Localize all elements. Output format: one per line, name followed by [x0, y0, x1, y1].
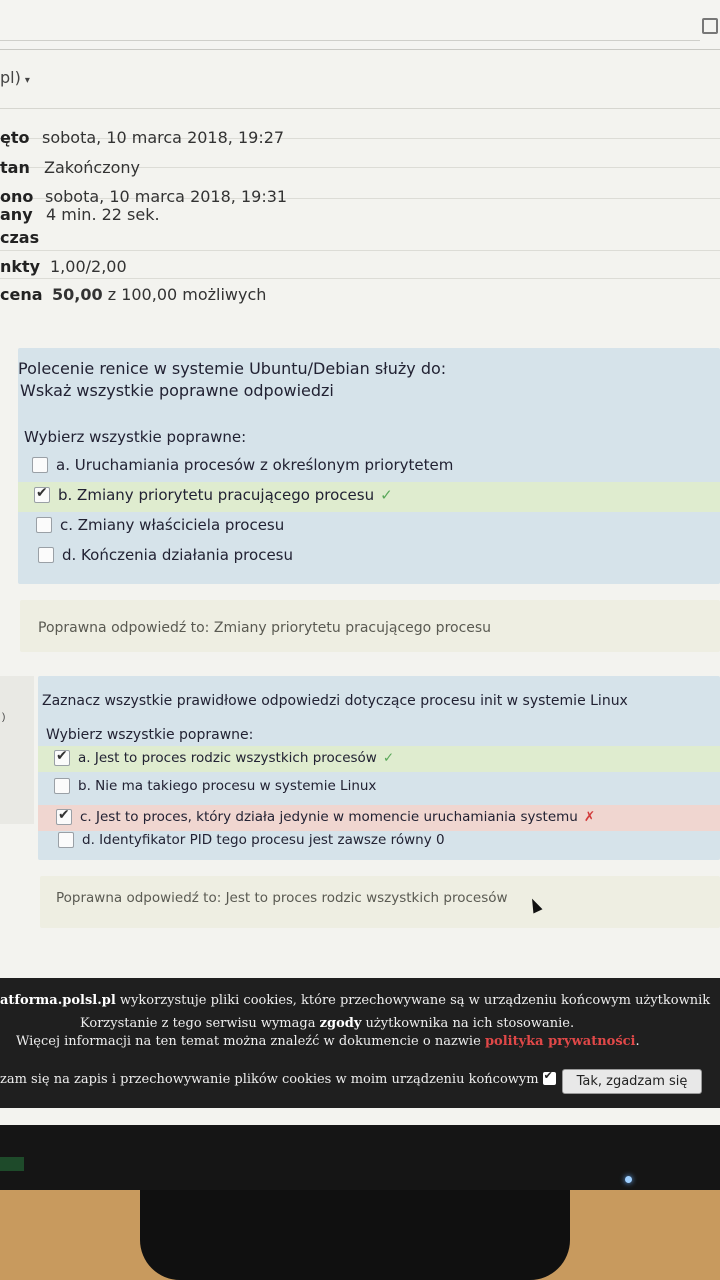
cookie-text: wykorzystuje pliki cookies, które przech…	[119, 993, 711, 1008]
cookie-text: .	[635, 1034, 640, 1049]
option-label: a. Uruchamiania procesów z określonym pr…	[56, 456, 454, 474]
cookie-line-3: Więcej informacji na ten temat można zna…	[16, 1034, 640, 1049]
summary-value: 1,00/2,00	[50, 257, 127, 276]
summary-label: any	[0, 205, 33, 224]
divider	[0, 40, 700, 41]
checkbox-checked[interactable]	[54, 748, 70, 766]
monitor-stand	[140, 1190, 570, 1280]
checkbox-checked[interactable]	[34, 485, 50, 503]
power-led	[625, 1176, 632, 1183]
checkbox[interactable]	[58, 832, 74, 848]
top-bar	[0, 0, 720, 50]
option-label: b. Nie ma takiego procesu w systemie Lin…	[78, 778, 377, 794]
monitor-bezel	[0, 1125, 720, 1195]
cookie-text: Korzystanie z tego serwisu wymaga	[80, 1016, 316, 1031]
info-text: )	[2, 712, 6, 723]
language-menu[interactable]: pl) ▾	[0, 68, 30, 87]
window-icon[interactable]	[702, 18, 718, 34]
site-name: atforma.polsl.pl	[0, 993, 116, 1008]
chevron-down-icon: ▾	[24, 75, 30, 86]
correct-check-icon: ✓	[382, 750, 395, 766]
summary-label: cena	[0, 285, 43, 304]
privacy-policy-link[interactable]: polityka prywatności	[485, 1034, 636, 1049]
summary-value: 50,00 z 100,00 możliwych	[52, 285, 266, 304]
summary-value: 4 min. 22 sek.	[46, 205, 160, 224]
question-1-text: Polecenie renice w systemie Ubuntu/Debia…	[18, 359, 447, 378]
attempt-summary: ęto sobota, 10 marca 2018, 19:27 tan Zak…	[0, 108, 720, 309]
cookie-consent-row[interactable]: zam się na zapis i przechowywanie plików…	[0, 1069, 556, 1087]
cookie-text: Więcej informacji na ten temat można zna…	[16, 1034, 481, 1049]
question-2-option-b[interactable]: b. Nie ma takiego procesu w systemie Lin…	[54, 778, 376, 794]
summary-label-2: czas	[0, 228, 40, 247]
question-2-text: Zaznacz wszystkie prawidłowe odpowiedzi …	[42, 693, 628, 709]
language-label: pl)	[0, 68, 21, 87]
checkbox[interactable]	[38, 547, 54, 563]
question-2-option-d[interactable]: d. Identyfikator PID tego procesu jest z…	[58, 832, 445, 848]
summary-row-finished: ono sobota, 10 marca 2018, 19:31	[0, 168, 720, 206]
summary-row-points: nkty 1,00/2,00	[0, 251, 720, 279]
question-1-option-a[interactable]: a. Uruchamiania procesów z określonym pr…	[32, 456, 453, 474]
summary-row-state: tan Zakończony	[0, 139, 720, 177]
checkbox[interactable]	[32, 457, 48, 473]
question-1-option-c[interactable]: c. Zmiany właściciela procesu	[36, 516, 284, 534]
cookie-line-2: Korzystanie z tego serwisu wymaga zgody …	[80, 1016, 574, 1031]
feedback-text: Poprawna odpowiedź to: Zmiany priorytetu…	[38, 620, 492, 636]
question-1-prompt: Wybierz wszystkie poprawne:	[24, 428, 247, 446]
browser-screen: pl) ▾ ęto sobota, 10 marca 2018, 19:27 ta…	[0, 0, 720, 1125]
question-2-option-c[interactable]: c. Jest to proces, który działa jedynie …	[56, 807, 596, 825]
option-label: b. Zmiany priorytetu pracującego procesu	[58, 486, 375, 504]
option-label: d. Identyfikator PID tego procesu jest z…	[82, 832, 445, 848]
cookie-text: użytkownika na ich stosowanie.	[365, 1016, 575, 1031]
checkbox[interactable]	[54, 778, 70, 794]
option-label: c. Jest to proces, który działa jedynie …	[80, 809, 578, 825]
accept-cookies-button[interactable]: Tak, zgadzam się	[562, 1069, 702, 1094]
correct-check-icon: ✓	[380, 486, 393, 504]
cookie-consent-word: zgody	[319, 1016, 362, 1031]
question-2-prompt: Wybierz wszystkie poprawne:	[46, 727, 254, 743]
question-1-option-b[interactable]: b. Zmiany priorytetu pracującego procesu…	[34, 485, 393, 504]
summary-row-started: ęto sobota, 10 marca 2018, 19:27	[0, 109, 720, 147]
summary-row-grade: cena 50,00 z 100,00 możliwych	[0, 279, 720, 309]
question-2-feedback: Poprawna odpowiedź to: Jest to proces ro…	[40, 876, 720, 928]
consent-checkbox[interactable]	[542, 1069, 556, 1085]
cookie-line-1: atforma.polsl.pl wykorzystuje pliki cook…	[0, 993, 710, 1008]
question-2-info: )	[0, 676, 34, 824]
grade-value: 50,00	[52, 285, 103, 304]
option-label: c. Zmiany właściciela procesu	[60, 516, 285, 534]
summary-row-time: any czas 4 min. 22 sek.	[0, 199, 720, 251]
question-1-option-d[interactable]: d. Kończenia działania procesu	[38, 546, 293, 564]
checkbox[interactable]	[36, 517, 52, 533]
wrong-cross-icon: ✗	[583, 809, 596, 825]
checkbox-checked[interactable]	[56, 807, 72, 825]
feedback-text: Poprawna odpowiedź to: Jest to proces ro…	[56, 890, 508, 906]
grade-suffix: z 100,00 możliwych	[107, 285, 267, 304]
option-label: d. Kończenia działania procesu	[62, 546, 293, 564]
question-1-subtext: Wskaż wszystkie poprawne odpowiedzi	[20, 381, 334, 400]
option-label: a. Jest to proces rodzic wszystkich proc…	[78, 750, 377, 766]
question-2-option-a[interactable]: a. Jest to proces rodzic wszystkich proc…	[54, 748, 395, 766]
question-1-feedback: Poprawna odpowiedź to: Zmiany priorytetu…	[20, 600, 720, 652]
cookie-consent-text: zam się na zapis i przechowywanie plików…	[0, 1072, 539, 1087]
summary-label: nkty	[0, 257, 41, 276]
bezel-label	[0, 1157, 24, 1171]
